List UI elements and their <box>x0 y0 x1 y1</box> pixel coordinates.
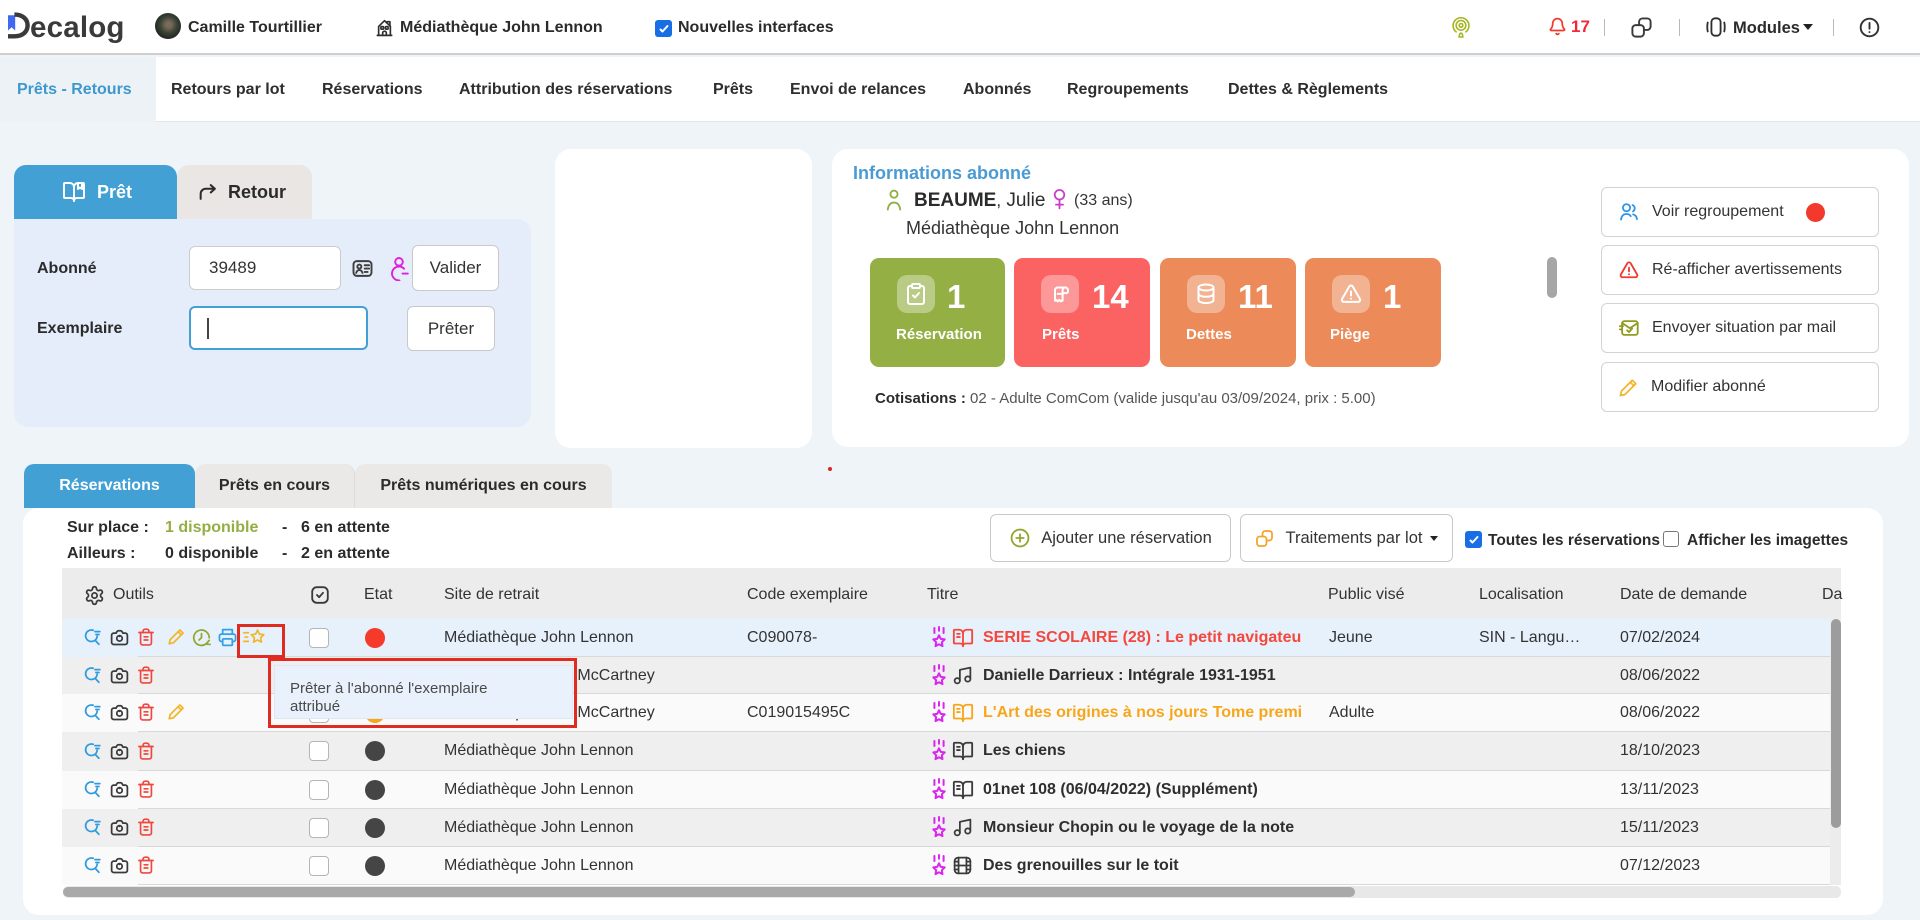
svg-text:ecalog: ecalog <box>30 11 125 44</box>
